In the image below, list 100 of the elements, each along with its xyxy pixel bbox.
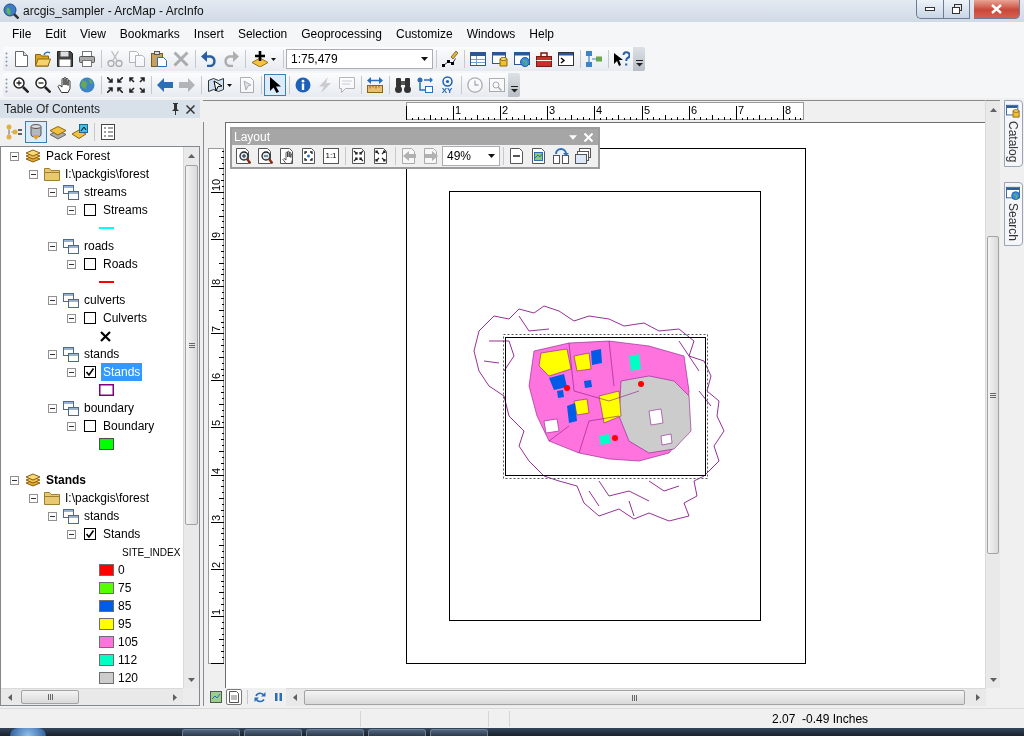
menu-item[interactable]: Bookmarks	[112, 24, 187, 44]
collapse-toggle[interactable]	[48, 295, 57, 305]
modelbuilder-button[interactable]	[583, 48, 605, 70]
group-layer-name[interactable]: stands	[84, 507, 120, 525]
collapse-toggle[interactable]	[67, 205, 76, 215]
taskbar-button[interactable]	[182, 729, 240, 736]
toolbar-options-button[interactable]	[633, 47, 645, 71]
collapse-toggle[interactable]	[10, 475, 19, 485]
layer-checkbox[interactable]	[84, 366, 96, 378]
folder-path[interactable]: I:\packgis\forest	[65, 165, 150, 183]
taskbar-button[interactable]	[244, 729, 302, 736]
collapse-toggle[interactable]	[48, 187, 57, 197]
start-button[interactable]	[10, 728, 46, 736]
zoom-in-button[interactable]	[10, 74, 32, 96]
right-arrow-icon	[179, 77, 195, 93]
editor-button[interactable]	[439, 48, 461, 70]
menu-item[interactable]: File	[5, 24, 39, 44]
minimize-icon	[925, 7, 935, 11]
scale-combo[interactable]: 1:75,479	[286, 49, 433, 69]
legend-class-label: 105	[118, 635, 139, 649]
fixed-zoom-in-button[interactable]	[104, 74, 126, 96]
folder-path[interactable]: I:\packgis\forest	[65, 489, 150, 507]
page-hand-icon	[279, 148, 295, 164]
layer-checkbox[interactable]	[84, 420, 96, 432]
select-elements-button[interactable]	[264, 74, 286, 96]
collapse-toggle[interactable]	[67, 421, 76, 431]
scroll-thumb[interactable]	[304, 690, 965, 705]
blank-page-icon	[13, 51, 29, 67]
catalog-tab[interactable]: Catalog	[1003, 100, 1023, 168]
menu-item[interactable]: Customize	[388, 24, 460, 44]
layer-name[interactable]: Stands	[101, 525, 143, 543]
zoom-combo[interactable]: 49%	[442, 146, 500, 166]
zoom-100-percent-button[interactable]: 1:1	[320, 145, 342, 167]
scroll-thumb[interactable]	[21, 690, 79, 704]
measure-button[interactable]	[364, 74, 386, 96]
fixed-zoom-out-button[interactable]	[126, 74, 148, 96]
collapse-toggle[interactable]	[10, 151, 19, 161]
menu-item[interactable]: Geoprocessing	[294, 24, 389, 44]
close-button[interactable]	[974, 0, 1020, 19]
globe-magnifier-icon	[3, 3, 19, 19]
layer-checkbox[interactable]	[84, 312, 96, 324]
collapse-toggle[interactable]	[48, 403, 57, 413]
layer-checkbox[interactable]	[84, 528, 96, 540]
taskbar-button[interactable]	[430, 729, 488, 736]
layout-view-button[interactable]	[226, 689, 242, 705]
menu-item[interactable]: Windows	[459, 24, 523, 44]
menu-item[interactable]: Edit	[38, 24, 74, 44]
taskbar-button[interactable]	[368, 729, 426, 736]
collapse-toggle[interactable]	[67, 259, 76, 269]
page-icon	[228, 691, 240, 703]
menu-item[interactable]: Help	[522, 24, 562, 44]
data-frame-name[interactable]: Pack Forest	[46, 147, 111, 165]
refresh-button[interactable]	[252, 689, 268, 705]
menu-item[interactable]: Insert	[186, 24, 231, 44]
command-window-icon	[558, 51, 574, 67]
group-layer-name[interactable]: roads	[84, 237, 115, 255]
layer-name[interactable]: Roads	[101, 255, 140, 273]
toolbar-options-button[interactable]	[508, 73, 520, 97]
data-driven-pages-button[interactable]	[572, 145, 594, 167]
go-to-xy-button[interactable]: XY	[436, 74, 458, 96]
menu-item[interactable]: Selection	[230, 24, 295, 44]
save-button[interactable]	[54, 48, 76, 70]
taskbar-button[interactable]	[306, 729, 364, 736]
data-view-button[interactable]	[208, 689, 224, 705]
data-frame-name[interactable]: Stands	[46, 471, 86, 489]
ruler-label: 7	[738, 104, 745, 116]
collapse-toggle[interactable]	[48, 241, 57, 251]
open-button[interactable]	[32, 48, 54, 70]
minimize-button[interactable]	[916, 0, 943, 19]
group-layer-name[interactable]: culverts	[84, 291, 126, 309]
legend-heading: SITE_INDEX	[122, 546, 181, 558]
close-panel-button[interactable]	[183, 102, 197, 116]
group-layer-name[interactable]: boundary	[84, 399, 135, 417]
scroll-thumb[interactable]	[185, 165, 198, 525]
layer-name[interactable]: Boundary	[101, 417, 157, 435]
layer-name[interactable]: Culverts	[101, 309, 149, 327]
restore-button[interactable]	[943, 0, 970, 19]
group-layer-name[interactable]: stands	[84, 345, 120, 363]
collapse-toggle[interactable]	[67, 529, 76, 539]
layer-name[interactable]: Streams	[101, 201, 150, 219]
group-layer-icon	[63, 508, 79, 524]
collapse-toggle[interactable]	[67, 313, 76, 323]
change-layout-button[interactable]	[550, 145, 572, 167]
scroll-thumb[interactable]	[987, 236, 999, 554]
zoom-out-button[interactable]	[32, 74, 54, 96]
collapse-toggle[interactable]	[48, 349, 57, 359]
layer-checkbox[interactable]	[84, 204, 96, 216]
page-map-icon	[531, 148, 547, 164]
layer-checkbox[interactable]	[84, 258, 96, 270]
paste-button[interactable]	[148, 48, 170, 70]
menu-item[interactable]: View	[73, 24, 113, 44]
collapse-toggle[interactable]	[29, 169, 38, 179]
collapse-toggle[interactable]	[67, 367, 76, 377]
search-tab[interactable]: Search	[1003, 182, 1023, 247]
print-button[interactable]	[76, 48, 98, 70]
list-by-source-button[interactable]	[25, 121, 47, 143]
collapse-toggle[interactable]	[48, 511, 57, 521]
dotted-grip-icon	[5, 51, 8, 67]
group-layer-name[interactable]: streams	[84, 183, 127, 201]
collapse-toggle[interactable]	[29, 493, 38, 503]
